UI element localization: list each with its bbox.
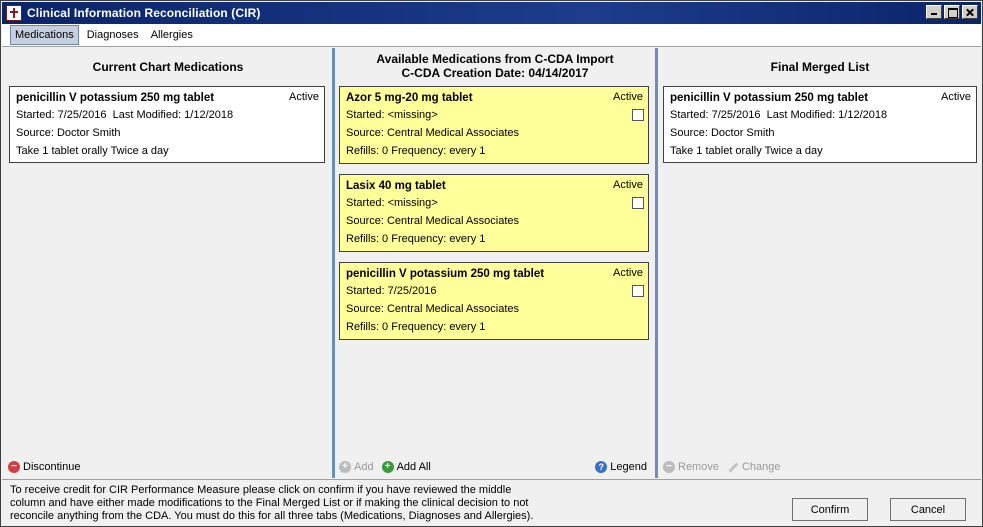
final-merged-header: Final Merged List [770, 60, 870, 74]
plus-circle-icon: + [381, 460, 394, 473]
medication-instructions: Take 1 tablet orally Twice a day [16, 145, 169, 157]
title-bar[interactable]: Clinical Information Reconciliation (CIR… [2, 2, 981, 24]
pencil-icon [727, 461, 739, 473]
remove-label: Remove [678, 460, 719, 473]
middle-action-bar: + Add + Add All ? Legend [335, 455, 655, 478]
ccda-medication-card[interactable]: Lasix 40 mg tablet Active Started: <miss… [339, 174, 649, 252]
merged-medication-card[interactable]: penicillin V potassium 250 mg tablet Act… [663, 86, 977, 163]
medication-status: Active [613, 267, 643, 279]
medication-source: Source: Central Medical Associates [346, 215, 520, 227]
medication-dates: Started: 7/25/2016 Last Modified: 1/12/2… [670, 107, 970, 124]
confirm-button[interactable]: Confirm [792, 498, 868, 521]
select-checkbox[interactable] [632, 197, 644, 209]
footer-line: reconcile anything from the CDA. You mus… [10, 510, 534, 522]
medication-dates: Started: 7/25/2016 Last Modified: 1/12/2… [16, 107, 318, 124]
current-chart-panel: Current Chart Medications penicillin V p… [4, 48, 332, 455]
select-checkbox[interactable] [632, 109, 644, 121]
discontinue-button[interactable]: − Discontinue [4, 460, 84, 473]
medication-status: Active [941, 91, 971, 103]
medication-started: Started: 7/25/2016 [670, 109, 761, 121]
add-button[interactable]: + Add [335, 460, 378, 473]
medication-name: penicillin V potassium 250 mg tablet [670, 92, 869, 104]
plus-circle-icon: + [339, 460, 351, 473]
medication-status: Active [289, 91, 319, 103]
medication-started: Started: 7/25/2016 [16, 109, 107, 121]
tab-allergies[interactable]: Allergies [147, 26, 197, 44]
minus-circle-icon: − [8, 460, 20, 473]
close-button[interactable] [962, 5, 978, 19]
legend-label: Legend [610, 460, 647, 473]
app-icon [6, 5, 22, 21]
medication-source: Source: Doctor Smith [670, 127, 775, 139]
right-action-bar: − Remove Change [659, 455, 981, 478]
medication-modified: Last Modified: 1/12/2018 [112, 109, 234, 121]
ccda-medication-card[interactable]: Azor 5 mg-20 mg tablet Active Started: <… [339, 86, 649, 164]
medication-refills: Refills: 0 Frequency: every 1 [346, 321, 486, 333]
tab-medications[interactable]: Medications [10, 25, 79, 45]
medication-refills: Refills: 0 Frequency: every 1 [346, 233, 486, 245]
medication-modified: Last Modified: 1/12/2018 [766, 109, 888, 121]
medication-source: Source: Central Medical Associates [346, 127, 520, 139]
change-label: Change [741, 460, 781, 473]
medication-name: Lasix 40 mg tablet [346, 180, 446, 192]
discontinue-label: Discontinue [23, 460, 81, 473]
medication-started: Started: <missing> [346, 109, 438, 121]
maximize-button[interactable] [944, 5, 960, 19]
add-all-label: Add All [396, 460, 431, 473]
column-separator[interactable] [655, 48, 658, 478]
ccda-header: Available Medications from C-CDA Import … [335, 48, 655, 80]
help-circle-icon: ? [595, 460, 608, 473]
medication-started: Started: 7/25/2016 [346, 285, 437, 297]
change-button[interactable]: Change [723, 461, 785, 473]
minus-circle-icon: − [663, 460, 675, 473]
legend-button[interactable]: ? Legend [591, 460, 651, 473]
add-all-button[interactable]: + Add All [378, 460, 435, 473]
final-merged-panel: Final Merged List penicillin V potassium… [659, 48, 981, 455]
window-title: Clinical Information Reconciliation (CIR… [27, 6, 261, 20]
medication-refills: Refills: 0 Frequency: every 1 [346, 145, 486, 157]
tab-bar: Medications Diagnoses Allergies [2, 24, 981, 47]
footer: To receive credit for CIR Performance Me… [2, 479, 981, 526]
ccda-import-panel: Available Medications from C-CDA Import … [335, 48, 655, 455]
footer-line: column and have either made modification… [10, 497, 529, 509]
add-label: Add [354, 460, 374, 473]
medication-name: Azor 5 mg-20 mg tablet [346, 92, 473, 104]
ccda-header-date: C-CDA Creation Date: 04/14/2017 [401, 66, 589, 80]
medication-source: Source: Doctor Smith [16, 127, 121, 139]
medication-name: penicillin V potassium 250 mg tablet [16, 92, 215, 104]
medication-name: penicillin V potassium 250 mg tablet [346, 268, 545, 280]
ccda-header-title: Available Medications from C-CDA Import [376, 52, 614, 66]
medication-started: Started: <missing> [346, 197, 438, 209]
footer-line: To receive credit for CIR Performance Me… [10, 484, 512, 496]
cancel-button[interactable]: Cancel [890, 498, 966, 521]
medication-instructions: Take 1 tablet orally Twice a day [670, 145, 823, 157]
cir-window: Clinical Information Reconciliation (CIR… [0, 0, 983, 527]
minimize-button[interactable] [926, 5, 942, 19]
left-action-bar: − Discontinue [4, 455, 332, 478]
ccda-medication-card[interactable]: penicillin V potassium 250 mg tablet Act… [339, 262, 649, 340]
medication-status: Active [613, 179, 643, 191]
select-checkbox[interactable] [632, 285, 644, 297]
tab-diagnoses[interactable]: Diagnoses [83, 26, 143, 44]
remove-button[interactable]: − Remove [659, 460, 723, 473]
current-medication-card[interactable]: penicillin V potassium 250 mg tablet Act… [9, 86, 325, 163]
window-controls [926, 5, 978, 19]
medication-status: Active [613, 91, 643, 103]
footer-instructions: To receive credit for CIR Performance Me… [10, 484, 550, 523]
current-chart-header: Current Chart Medications [92, 60, 244, 74]
medication-source: Source: Central Medical Associates [346, 303, 520, 315]
